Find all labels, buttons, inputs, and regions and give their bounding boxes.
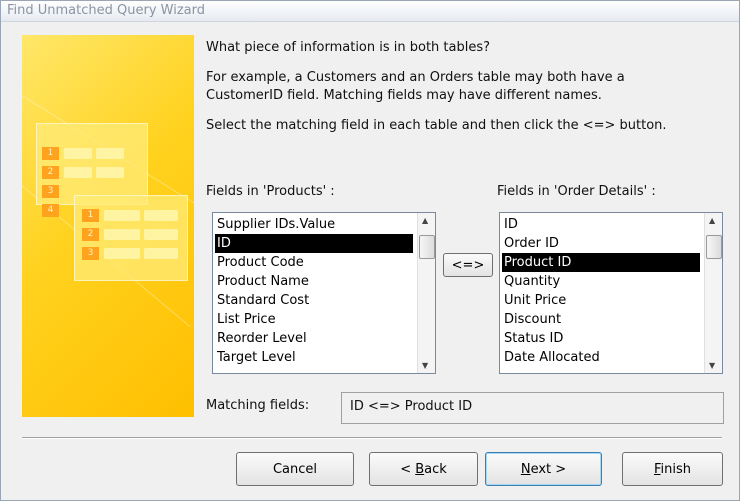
list-item[interactable]: Supplier IDs.Value: [215, 215, 413, 234]
list-item[interactable]: Target Level: [215, 348, 413, 367]
cancel-button[interactable]: Cancel: [236, 452, 354, 486]
list-item[interactable]: Standard Cost: [215, 291, 413, 310]
list-item[interactable]: ID: [502, 215, 700, 234]
list-item[interactable]: Unit Price: [502, 291, 700, 310]
art-row: [104, 210, 140, 221]
finish-button-rest: inish: [660, 461, 692, 477]
wizard-illustration: 1 2 3 4 1 2 3: [22, 35, 194, 417]
art-row: [64, 167, 92, 178]
scroll-up-icon[interactable]: ▲: [422, 216, 428, 225]
back-button-rest: ack: [424, 461, 447, 477]
list-item[interactable]: Product Code: [215, 253, 413, 272]
match-fields-button[interactable]: <=>: [443, 253, 493, 277]
art-number: 3: [42, 185, 59, 198]
list-item[interactable]: Product Name: [215, 272, 413, 291]
art-row: [96, 148, 124, 159]
window-title: Find Unmatched Query Wizard: [7, 3, 205, 18]
list-item[interactable]: Reorder Level: [215, 329, 413, 348]
list-item[interactable]: Product ID: [502, 253, 700, 272]
art-number: 3: [82, 247, 99, 260]
next-button-rest: ext >: [530, 461, 567, 477]
scroll-up-icon[interactable]: ▲: [709, 216, 715, 225]
select-instruction: Select the matching field in each table …: [206, 118, 667, 133]
art-number: 2: [42, 166, 59, 179]
art-row: [144, 248, 178, 259]
order-details-fields-listbox[interactable]: ID Order ID Product ID Quantity Unit Pri…: [499, 212, 723, 374]
example-text-line1: For example, a Customers and an Orders t…: [206, 70, 625, 85]
wizard-window: Find Unmatched Query Wizard 1 2 3 4 1 2 …: [0, 0, 740, 501]
example-text-line2: CustomerID field. Matching fields may ha…: [206, 88, 602, 103]
list-item[interactable]: Quantity: [502, 272, 700, 291]
art-row: [64, 148, 92, 159]
art-number: 1: [82, 209, 99, 222]
order-details-list-scrollbar[interactable]: ▲ ▼: [704, 213, 722, 373]
back-button-prefix: <: [400, 461, 416, 477]
list-item[interactable]: Status ID: [502, 329, 700, 348]
list-item[interactable]: Date Allocated: [502, 348, 700, 367]
products-list-scrollbar[interactable]: ▲ ▼: [417, 213, 435, 373]
back-button[interactable]: < Back: [369, 452, 478, 486]
next-button-accel: N: [520, 461, 531, 477]
list-item[interactable]: Discount: [502, 310, 700, 329]
art-number: 2: [82, 228, 99, 241]
scroll-thumb[interactable]: [419, 235, 435, 259]
scroll-down-icon[interactable]: ▼: [422, 361, 428, 370]
footer-divider: [22, 437, 722, 439]
list-item[interactable]: ID: [215, 234, 413, 253]
matching-fields-value: ID <=> Product ID: [350, 399, 473, 414]
art-number: 1: [42, 147, 59, 160]
art-row: [104, 248, 140, 259]
question-heading: What piece of information is in both tab…: [206, 40, 491, 55]
left-list-label: Fields in 'Products' :: [206, 184, 335, 199]
list-item[interactable]: Order ID: [502, 234, 700, 253]
art-row: [144, 210, 178, 221]
list-item[interactable]: List Price: [215, 310, 413, 329]
scroll-down-icon[interactable]: ▼: [709, 361, 715, 370]
scroll-thumb[interactable]: [706, 235, 722, 259]
next-button[interactable]: Next >: [485, 452, 602, 486]
art-row: [104, 229, 140, 240]
right-list-label: Fields in 'Order Details' :: [497, 184, 656, 199]
back-button-accel: B: [415, 461, 425, 477]
art-number: 4: [42, 204, 59, 217]
matching-fields-display: ID <=> Product ID: [341, 392, 724, 424]
products-fields-listbox[interactable]: Supplier IDs.Value ID Product Code Produ…: [212, 212, 436, 374]
art-row: [96, 167, 124, 178]
title-bar: Find Unmatched Query Wizard: [1, 1, 739, 22]
finish-button[interactable]: Finish: [622, 452, 723, 486]
art-row: [144, 229, 178, 240]
matching-fields-label: Matching fields:: [206, 398, 310, 413]
